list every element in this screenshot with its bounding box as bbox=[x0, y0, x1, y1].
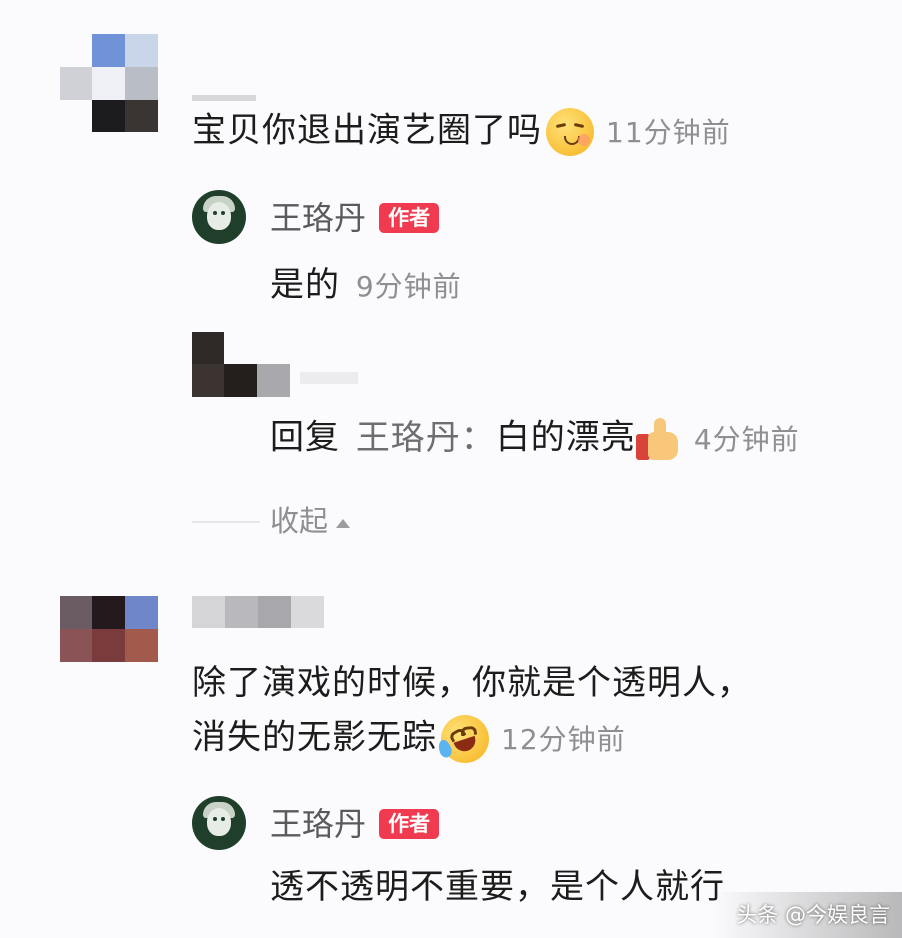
comment-2-line-1: 除了演戏的时候，你就是个透明人， bbox=[192, 663, 752, 703]
reply-author-row: 王珞丹 作者 bbox=[270, 198, 440, 238]
reply-1-row: 是的 9分钟前 bbox=[270, 264, 462, 308]
watermark: 头条 @今娱良言 bbox=[712, 892, 902, 938]
avatar-pixelated-1[interactable] bbox=[60, 34, 158, 132]
collapse-label: 收起 bbox=[270, 504, 329, 538]
author-badge-2: 作者 bbox=[379, 809, 440, 839]
reply-3-text: 透不透明不重要，是个人就行 bbox=[270, 867, 725, 907]
reply-2-row: 回复 王珞丹：白的漂亮 4分钟前 bbox=[270, 416, 800, 462]
author-avatar[interactable] bbox=[192, 190, 246, 244]
reply-author-row-2: 王珞丹 作者 bbox=[270, 804, 440, 844]
comment-2-time: 12分钟前 bbox=[501, 722, 626, 756]
reply-author-name[interactable]: 王珞丹 bbox=[270, 199, 366, 237]
collapse-divider bbox=[192, 521, 260, 523]
avatar-pixelated-3[interactable] bbox=[60, 596, 158, 662]
reply-2-time: 4分钟前 bbox=[693, 422, 800, 456]
comment-1-text: 宝贝你退出演艺圈了吗 bbox=[192, 110, 542, 151]
thumbs-up-icon bbox=[635, 416, 682, 462]
author-badge: 作者 bbox=[379, 203, 440, 233]
username-blurred-1 bbox=[192, 95, 256, 101]
comment-2-line-2-row: 消失的无影无踪 12分钟前 bbox=[192, 708, 626, 770]
reply-target[interactable]: 王珞丹： bbox=[356, 418, 496, 458]
comment-2-line-2: 消失的无影无踪 bbox=[192, 717, 437, 758]
username-blurred-2 bbox=[300, 372, 358, 384]
avatar-pixelated-2[interactable] bbox=[192, 332, 290, 397]
reply-label: 回复 bbox=[270, 417, 340, 458]
comment-1-time: 11分钟前 bbox=[606, 115, 731, 149]
rolling-laughing-icon bbox=[434, 708, 496, 770]
username-blurred-3 bbox=[192, 596, 324, 628]
caret-up-icon bbox=[336, 518, 351, 528]
reply-1-text: 是的 bbox=[270, 265, 340, 305]
pensive-face-icon bbox=[546, 108, 594, 156]
comment-1-row: 宝贝你退出演艺圈了吗 11分钟前 bbox=[192, 108, 731, 156]
reply-author-name-2[interactable]: 王珞丹 bbox=[270, 805, 366, 843]
reply-1-time: 9分钟前 bbox=[355, 270, 462, 303]
collapse-button[interactable]: 收起 bbox=[270, 500, 351, 542]
reply-2-text: 白的漂亮 bbox=[495, 417, 636, 458]
author-avatar-2[interactable] bbox=[192, 796, 246, 850]
